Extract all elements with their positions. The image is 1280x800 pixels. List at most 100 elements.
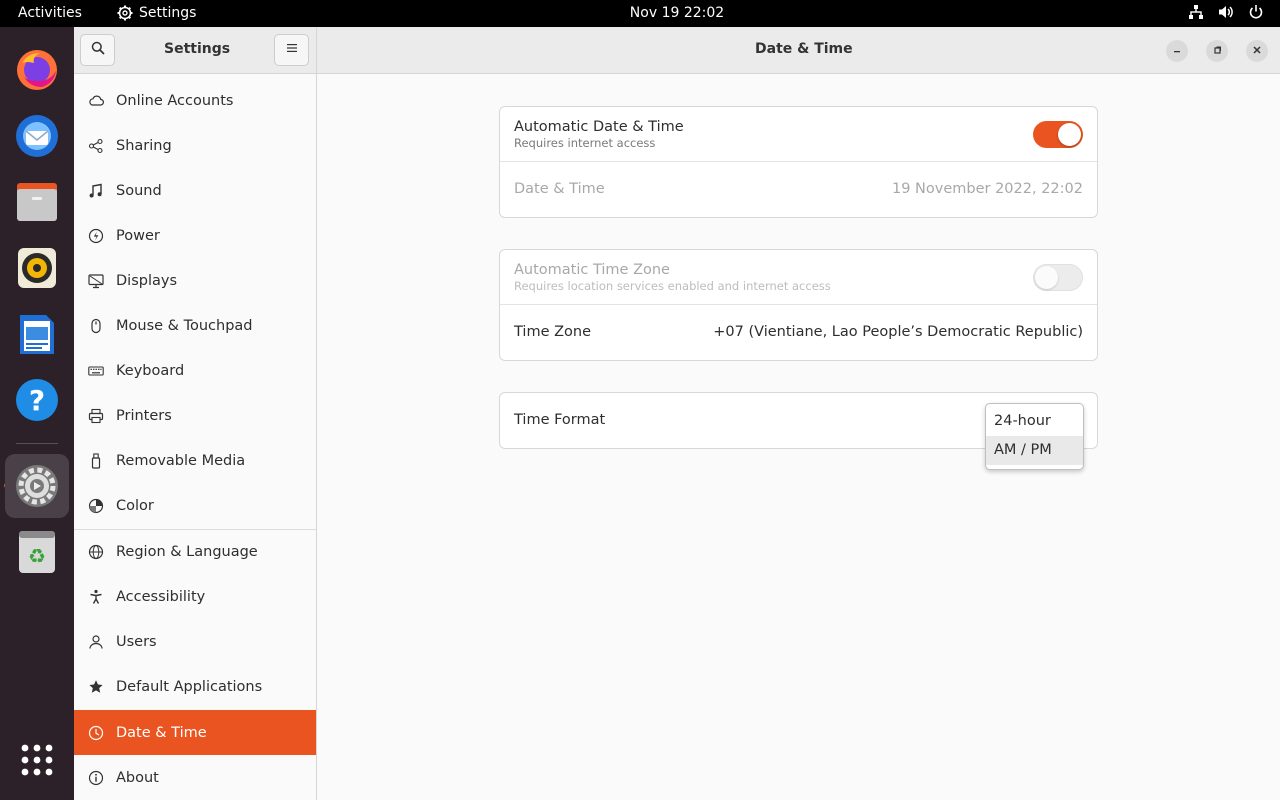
close-button[interactable] <box>1246 40 1268 62</box>
cloud-icon <box>88 93 104 109</box>
sidebar-item-date-time[interactable]: Date & Time <box>74 710 316 755</box>
sidebar-item-users[interactable]: Users <box>74 619 316 664</box>
sidebar-item-label: Keyboard <box>116 362 185 379</box>
automatic-date-time-label: Automatic Date & Time <box>514 119 684 135</box>
trash-icon[interactable]: ♻ <box>14 529 60 575</box>
sidebar-item-label: Accessibility <box>116 588 206 605</box>
writer-icon[interactable] <box>14 311 60 357</box>
sidebar: Online Accounts Sharing Sound Power Disp… <box>74 74 317 800</box>
sidebar-item-label: Sharing <box>116 137 172 154</box>
time-zone-value: +07 (Vientiane, Lao People’s Democratic … <box>713 324 1083 340</box>
sidebar-header: Settings <box>74 27 317 74</box>
power-menu-icon[interactable] <box>1248 4 1264 20</box>
network-icon[interactable] <box>1188 4 1204 20</box>
sidebar-item-label: Color <box>116 497 154 514</box>
keyboard-icon <box>88 363 104 379</box>
help-icon[interactable]: ? <box>14 377 60 423</box>
sidebar-item-label: About <box>116 769 159 786</box>
date-time-card: Automatic Date & Time Requires internet … <box>499 106 1098 218</box>
sidebar-item-printers[interactable]: Printers <box>74 393 316 438</box>
sidebar-item-label: Date & Time <box>116 724 207 741</box>
sidebar-item-power[interactable]: Power <box>74 213 316 258</box>
time-format-option-am-pm[interactable]: AM / PM <box>986 436 1083 465</box>
clock-icon <box>88 725 104 741</box>
sidebar-item-label: Region & Language <box>116 543 258 560</box>
search-icon <box>91 41 105 59</box>
sidebar-item-region-language[interactable]: Region & Language <box>74 529 316 574</box>
main-header: Date & Time <box>317 27 1280 74</box>
system-tray[interactable] <box>1188 4 1264 20</box>
settings-icon[interactable] <box>5 454 69 518</box>
dock: ? ♻ <box>0 27 74 800</box>
time-format-dropdown: 24-hour AM / PM <box>985 403 1084 470</box>
sidebar-item-about[interactable]: About <box>74 755 316 800</box>
minimize-icon <box>1172 43 1182 59</box>
automatic-date-time-sub: Requires internet access <box>514 136 656 150</box>
color-icon <box>88 498 104 514</box>
info-icon <box>88 770 104 786</box>
clock[interactable]: Nov 19 22:02 <box>0 5 1280 21</box>
sidebar-item-color[interactable]: Color <box>74 483 316 528</box>
time-format-option-24-hour[interactable]: 24-hour <box>986 407 1083 436</box>
time-format-label: Time Format <box>514 412 606 428</box>
automatic-time-zone-switch[interactable] <box>1033 264 1083 291</box>
accessibility-icon <box>88 589 104 605</box>
sidebar-item-label: Online Accounts <box>116 92 234 109</box>
minimize-button[interactable] <box>1166 40 1188 62</box>
music-note-icon <box>88 183 104 199</box>
sidebar-item-accessibility[interactable]: Accessibility <box>74 574 316 619</box>
sidebar-item-label: Default Applications <box>116 678 263 695</box>
date-time-row[interactable]: Date & Time 19 November 2022, 22:02 <box>500 162 1097 217</box>
volume-icon[interactable] <box>1218 4 1234 20</box>
automatic-date-time-row[interactable]: Automatic Date & Time Requires internet … <box>500 107 1097 162</box>
sidebar-item-label: Removable Media <box>116 452 246 469</box>
automatic-date-time-switch[interactable] <box>1033 121 1083 148</box>
maximize-button[interactable] <box>1206 40 1228 62</box>
printer-icon <box>88 408 104 424</box>
close-icon <box>1252 43 1262 59</box>
sidebar-item-label: Printers <box>116 407 172 424</box>
star-icon <box>88 679 104 695</box>
sidebar-item-online-accounts[interactable]: Online Accounts <box>74 78 316 123</box>
sidebar-title: Settings <box>164 41 231 57</box>
sidebar-item-keyboard[interactable]: Keyboard <box>74 348 316 393</box>
time-zone-row[interactable]: Time Zone +07 (Vientiane, Lao People’s D… <box>500 305 1097 360</box>
svg-text:?: ? <box>29 384 45 417</box>
date-time-value: 19 November 2022, 22:02 <box>891 181 1083 197</box>
usb-icon <box>88 452 104 469</box>
firefox-icon[interactable] <box>14 47 60 93</box>
sidebar-item-removable-media[interactable]: Removable Media <box>74 438 316 483</box>
automatic-time-zone-sub: Requires location services enabled and i… <box>514 279 831 293</box>
sidebar-item-displays[interactable]: Displays <box>74 258 316 303</box>
users-icon <box>88 634 104 650</box>
sidebar-item-label: Users <box>116 633 157 650</box>
sidebar-item-mouse-touchpad[interactable]: Mouse & Touchpad <box>74 303 316 348</box>
rhythmbox-icon[interactable] <box>14 245 60 291</box>
time-zone-card: Automatic Time Zone Requires location se… <box>499 249 1098 361</box>
display-icon <box>88 273 104 289</box>
sidebar-item-sound[interactable]: Sound <box>74 168 316 213</box>
files-icon[interactable] <box>14 179 60 225</box>
search-button[interactable] <box>80 34 115 66</box>
sidebar-item-label: Displays <box>116 272 178 289</box>
date-time-label: Date & Time <box>514 181 605 197</box>
top-bar: Activities Settings Nov 19 22:02 <box>0 0 1280 27</box>
sidebar-item-default-applications[interactable]: Default Applications <box>74 664 316 709</box>
menu-button[interactable] <box>274 34 309 66</box>
automatic-time-zone-row[interactable]: Automatic Time Zone Requires location se… <box>500 250 1097 305</box>
sidebar-item-label: Power <box>116 227 160 244</box>
sidebar-item-sharing[interactable]: Sharing <box>74 123 316 168</box>
automatic-time-zone-label: Automatic Time Zone <box>514 262 670 278</box>
mouse-icon <box>88 318 104 334</box>
share-icon <box>88 138 104 154</box>
globe-icon <box>88 544 104 560</box>
app-grid-icon[interactable] <box>14 737 60 783</box>
power-icon <box>88 228 104 244</box>
date-time-panel: Automatic Date & Time Requires internet … <box>317 74 1280 800</box>
time-zone-label: Time Zone <box>514 324 592 340</box>
thunderbird-icon[interactable] <box>14 113 60 159</box>
svg-text:♻: ♻ <box>28 544 46 568</box>
sidebar-item-label: Mouse & Touchpad <box>116 317 253 334</box>
page-title: Date & Time <box>755 41 853 57</box>
hamburger-icon <box>286 42 298 58</box>
